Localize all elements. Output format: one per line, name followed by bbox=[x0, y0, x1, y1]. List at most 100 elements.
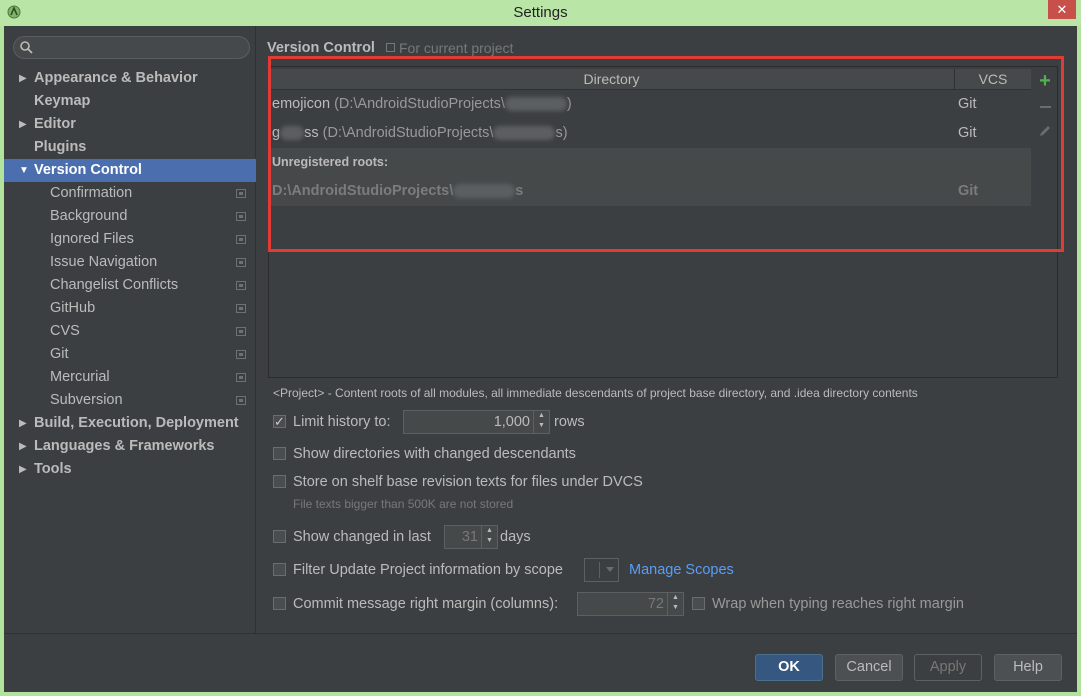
project-scope-icon bbox=[386, 43, 395, 52]
page-title: Version Control bbox=[267, 40, 375, 56]
edit-icon[interactable] bbox=[1037, 123, 1053, 139]
sidebar-item-github[interactable]: GitHub bbox=[4, 297, 256, 320]
search-input[interactable] bbox=[13, 36, 250, 59]
chevron-right-icon[interactable]: ▶ bbox=[19, 458, 31, 481]
sidebar-item-build-execution-deployment[interactable]: ▶ Build, Execution, Deployment bbox=[4, 412, 256, 435]
filter-update-checkbox[interactable] bbox=[273, 563, 286, 576]
store-shelf-hint: File texts bigger than 500K are not stor… bbox=[293, 497, 514, 511]
show-changed-spinner[interactable]: 31 ▲ ▼ bbox=[444, 525, 498, 549]
unregistered-roots-title: Unregistered roots: bbox=[272, 155, 388, 169]
sidebar-item-issue-navigation[interactable]: Issue Navigation bbox=[4, 251, 256, 274]
remove-icon[interactable] bbox=[1037, 99, 1053, 115]
sidebar-item-subversion[interactable]: Subversion bbox=[4, 389, 256, 412]
show-changed-checkbox[interactable] bbox=[273, 530, 286, 543]
close-icon[interactable]: ✕ bbox=[1048, 0, 1076, 19]
project-scope-icon bbox=[236, 235, 246, 244]
chevron-down-icon[interactable]: ▼ bbox=[19, 159, 31, 182]
table-row[interactable]: D:\AndroidStudioProjects\ s Git bbox=[269, 177, 1031, 206]
store-shelf-label: Store on shelf base revision texts for f… bbox=[293, 474, 643, 490]
table-row[interactable]: g ss (D:\AndroidStudioProjects\ s) Git bbox=[269, 119, 1031, 148]
sidebar-item-label: Git bbox=[50, 346, 69, 362]
spinner-arrows-icon[interactable]: ▲ ▼ bbox=[533, 411, 549, 433]
show-directories-checkbox[interactable] bbox=[273, 447, 286, 460]
sidebar-item-label: Editor bbox=[34, 116, 76, 132]
vcs-cell: Git bbox=[958, 96, 977, 112]
sidebar-item-label: Build, Execution, Deployment bbox=[34, 415, 239, 431]
chevron-right-icon[interactable]: ▶ bbox=[19, 412, 31, 435]
sidebar-item-label: Ignored Files bbox=[50, 231, 134, 247]
version-control-panel: Version Control For current project Dire… bbox=[257, 26, 1077, 633]
spinner-arrows-icon[interactable]: ▲ ▼ bbox=[481, 526, 497, 548]
sidebar-item-keymap[interactable]: Keymap bbox=[4, 90, 256, 113]
add-icon[interactable]: + bbox=[1037, 71, 1053, 91]
limit-history-value: 1,000 bbox=[493, 414, 530, 430]
chevron-right-icon[interactable]: ▶ bbox=[19, 113, 31, 136]
commit-margin-spinner[interactable]: 72 ▲ ▼ bbox=[577, 592, 684, 616]
project-scope-note: For current project bbox=[399, 40, 514, 56]
ok-button[interactable]: OK bbox=[755, 654, 823, 681]
root-path-prefix: (D:\AndroidStudioProjects\ bbox=[322, 125, 494, 141]
root-path-suffix: s) bbox=[555, 125, 568, 141]
redacted-text bbox=[280, 126, 305, 141]
dialog-footer: OK Cancel Apply Help bbox=[4, 633, 1077, 692]
table-row[interactable]: emojicon (D:\AndroidStudioProjects\) Git bbox=[269, 90, 1031, 119]
root-path-suffix: ) bbox=[566, 96, 572, 112]
sidebar-item-appearance-behavior[interactable]: ▶ Appearance & Behavior bbox=[4, 67, 256, 90]
project-scope-icon bbox=[236, 350, 246, 359]
show-directories-label: Show directories with changed descendant… bbox=[293, 446, 576, 462]
help-button[interactable]: Help bbox=[994, 654, 1062, 681]
chevron-right-icon[interactable]: ▶ bbox=[19, 435, 31, 458]
sidebar-item-mercurial[interactable]: Mercurial bbox=[4, 366, 256, 389]
project-scope-icon bbox=[236, 396, 246, 405]
limit-history-checkbox[interactable] bbox=[273, 411, 286, 433]
settings-window: Settings ✕ ▶ Appearance & Behavior Keymap ▶… bbox=[0, 0, 1081, 696]
sidebar-item-label: CVS bbox=[50, 323, 80, 339]
sidebar-item-ignored-files[interactable]: Ignored Files bbox=[4, 228, 256, 251]
sidebar-item-tools[interactable]: ▶ Tools bbox=[4, 458, 256, 481]
sidebar-item-git[interactable]: Git bbox=[4, 343, 256, 366]
chevron-right-icon[interactable]: ▶ bbox=[19, 67, 31, 90]
directory-cell: emojicon (D:\AndroidStudioProjects\) bbox=[272, 90, 572, 119]
column-header-vcs[interactable]: VCS bbox=[955, 69, 1031, 90]
sidebar-item-label: Changelist Conflicts bbox=[50, 277, 179, 293]
dialog-content: ▶ Appearance & Behavior Keymap ▶ Editor Plugi… bbox=[4, 26, 1077, 692]
limit-history-label: Limit history to: bbox=[293, 414, 391, 430]
search-icon bbox=[20, 41, 33, 54]
cancel-button[interactable]: Cancel bbox=[835, 654, 903, 681]
redacted-text bbox=[493, 126, 556, 141]
sidebar-item-changelist-conflicts[interactable]: Changelist Conflicts bbox=[4, 274, 256, 297]
unregistered-roots-header: Unregistered roots: bbox=[269, 148, 1031, 177]
limit-history-unit: rows bbox=[554, 414, 585, 430]
spinner-arrows-icon[interactable]: ▲ ▼ bbox=[667, 593, 683, 615]
title-bar: Settings ✕ bbox=[0, 0, 1081, 26]
sidebar-item-background[interactable]: Background bbox=[4, 205, 256, 228]
column-header-directory[interactable]: Directory bbox=[269, 69, 955, 90]
sidebar-item-label: Plugins bbox=[34, 139, 87, 155]
scope-dropdown[interactable] bbox=[584, 558, 619, 582]
sidebar-item-version-control[interactable]: ▼ Version Control bbox=[4, 159, 256, 182]
apply-button[interactable]: Apply bbox=[914, 654, 982, 681]
store-shelf-checkbox[interactable] bbox=[273, 475, 286, 488]
wrap-label: Wrap when typing reaches right margin bbox=[712, 596, 964, 612]
commit-margin-checkbox[interactable] bbox=[273, 597, 286, 610]
sidebar-item-label: Tools bbox=[34, 461, 72, 477]
sidebar-item-confirmation[interactable]: Confirmation bbox=[4, 182, 256, 205]
show-changed-label: Show changed in last bbox=[293, 529, 431, 545]
sidebar-item-cvs[interactable]: CVS bbox=[4, 320, 256, 343]
sidebar-item-languages-frameworks[interactable]: ▶ Languages & Frameworks bbox=[4, 435, 256, 458]
sidebar-item-editor[interactable]: ▶ Editor bbox=[4, 113, 256, 136]
show-changed-value: 31 bbox=[461, 529, 478, 545]
limit-history-spinner[interactable]: 1,000 ▲ ▼ bbox=[403, 410, 550, 434]
vcs-cell: Git bbox=[958, 125, 977, 141]
sidebar-item-label: Subversion bbox=[50, 392, 123, 408]
redacted-text bbox=[504, 97, 567, 112]
wrap-checkbox[interactable] bbox=[692, 597, 705, 610]
manage-scopes-link[interactable]: Manage Scopes bbox=[629, 559, 734, 581]
directory-cell: g ss (D:\AndroidStudioProjects\ s) bbox=[272, 119, 568, 148]
project-scope-icon bbox=[236, 281, 246, 290]
sidebar-item-label: GitHub bbox=[50, 300, 96, 316]
sidebar-item-plugins[interactable]: Plugins bbox=[4, 136, 256, 159]
vcs-roots-table[interactable]: Directory VCS emojicon (D:\AndroidStudio… bbox=[268, 66, 1058, 378]
root-path-prefix: (D:\AndroidStudioProjects\ bbox=[334, 96, 505, 112]
content-roots-description: <Project> - Content roots of all modules… bbox=[273, 386, 918, 400]
